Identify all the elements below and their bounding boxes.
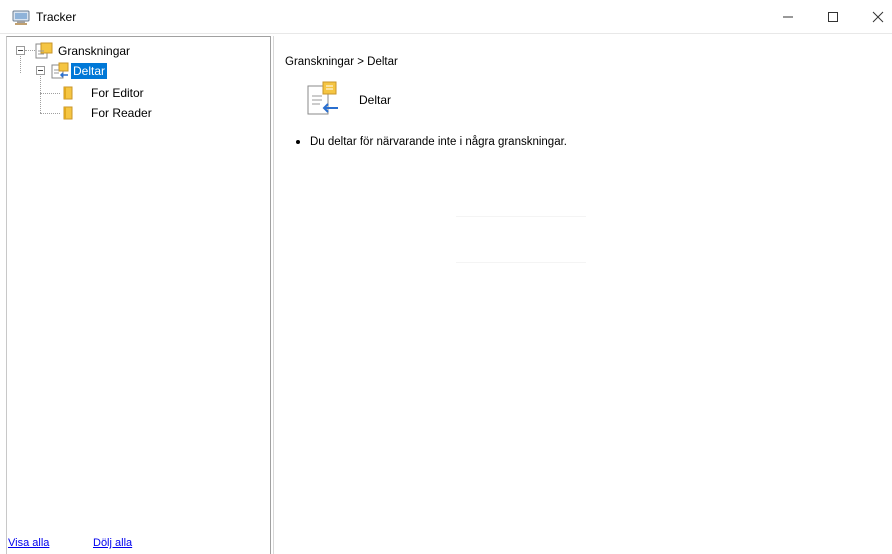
maximize-button[interactable]: [810, 0, 856, 34]
close-button[interactable]: [855, 0, 892, 34]
tree-label: For Editor: [91, 86, 144, 100]
tree-connector: [40, 93, 60, 94]
empty-state-message: Du deltar för närvarande inte i några gr…: [296, 136, 567, 148]
collapse-root-toggle[interactable]: [16, 46, 25, 55]
yellow-folder-icon: [63, 86, 73, 100]
maximize-icon: [828, 12, 838, 22]
review-folder-icon: [35, 42, 53, 59]
participate-icon: [51, 62, 69, 79]
tree-connector: [25, 50, 35, 51]
yellow-folder-icon: [63, 106, 73, 120]
tree-item-for-editor[interactable]: For Editor: [61, 84, 146, 102]
divider: [456, 262, 586, 263]
tree-connector: [40, 113, 60, 114]
hide-all-link[interactable]: Dölj alla: [93, 537, 132, 549]
tracker-app-icon: [12, 10, 30, 25]
tracker-window: Tracker Granskningar Deltar For Editor F…: [0, 0, 892, 554]
breadcrumb: Granskningar > Deltar: [285, 56, 398, 68]
show-all-link[interactable]: Visa alla: [8, 537, 49, 549]
tree-connector: [20, 53, 21, 73]
participate-large-icon: [307, 81, 338, 115]
tree-label-selected: Deltar: [71, 63, 108, 79]
close-icon: [872, 11, 884, 23]
tree-item-for-reader[interactable]: For Reader: [61, 104, 154, 122]
collapse-deltar-toggle[interactable]: [36, 66, 45, 75]
window-title: Tracker: [36, 10, 77, 24]
title-bar[interactable]: Tracker: [0, 0, 892, 34]
page-title: Deltar: [359, 93, 392, 107]
tree-label: For Reader: [91, 106, 152, 120]
message-text: Du deltar för närvarande inte i några gr…: [310, 136, 567, 148]
bullet-icon: [296, 140, 300, 144]
divider: [456, 216, 586, 217]
tree-label: Granskningar: [58, 44, 131, 58]
tree-item-granskningar[interactable]: Granskningar: [35, 42, 132, 60]
minimize-button[interactable]: [765, 0, 811, 34]
tree-item-deltar[interactable]: Deltar: [51, 62, 108, 80]
content-pane: Granskningar > Deltar Deltar Du deltar f…: [273, 36, 892, 554]
navigation-tree-pane: Granskningar Deltar For Editor For Reade…: [6, 36, 271, 554]
minimize-icon: [783, 16, 793, 18]
